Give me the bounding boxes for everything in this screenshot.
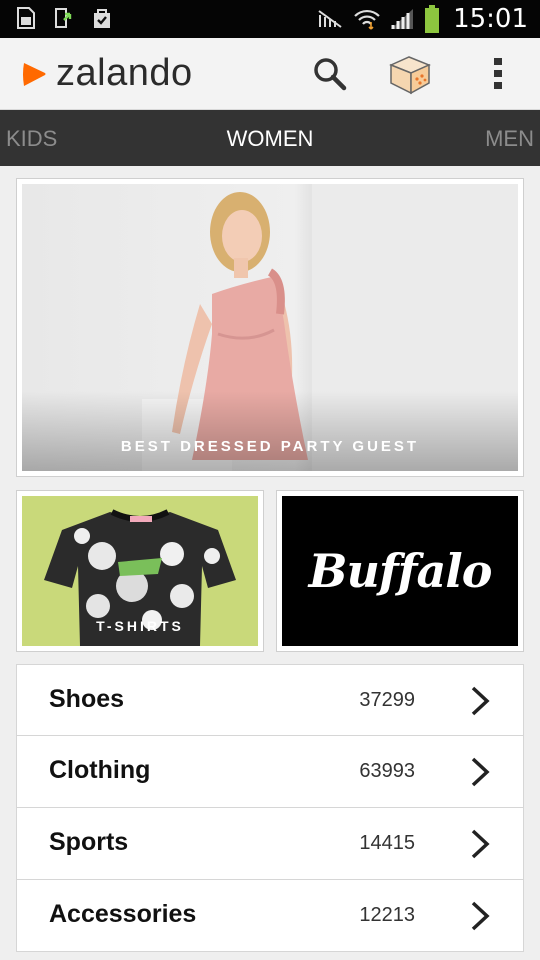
category-count: 12213 bbox=[359, 904, 415, 926]
app-bar: zalando bbox=[0, 38, 540, 110]
status-bar: 15:01 bbox=[0, 0, 540, 38]
buffalo-logo: Buffalo bbox=[282, 496, 518, 646]
chevron-right-icon bbox=[471, 829, 490, 859]
chevron-right-icon bbox=[471, 686, 490, 716]
orders-button[interactable] bbox=[386, 50, 434, 98]
chevron-right-icon bbox=[471, 901, 490, 931]
search-icon bbox=[314, 58, 347, 91]
sim-card-icon bbox=[17, 7, 35, 29]
notification-icons bbox=[14, 6, 114, 30]
search-button[interactable] bbox=[306, 50, 354, 98]
overflow-menu-button[interactable] bbox=[474, 50, 522, 98]
category-label: Shoes bbox=[49, 685, 125, 713]
category-count: 14415 bbox=[359, 832, 415, 854]
system-icons: 15:01 bbox=[317, 4, 528, 34]
category-row-sports[interactable]: Sports 14415 bbox=[16, 808, 524, 880]
chevron-right-icon bbox=[471, 757, 490, 787]
status-time: 15:01 bbox=[453, 4, 528, 34]
category-count: 37299 bbox=[359, 689, 415, 711]
tshirts-caption: T-SHIRTS bbox=[96, 618, 184, 634]
wifi-icon bbox=[354, 9, 380, 30]
overflow-menu-icon bbox=[494, 58, 502, 89]
caption-shade bbox=[22, 391, 518, 471]
tshirts-image: T-SHIRTS bbox=[22, 496, 258, 646]
hero-banner[interactable]: BEST DRESSED PARTY GUEST bbox=[16, 178, 524, 477]
category-label: Sports bbox=[49, 828, 129, 856]
tab-women[interactable]: WOMEN bbox=[0, 126, 540, 152]
category-list: Shoes 37299 Clothing 63993 Sports 14415 … bbox=[16, 664, 524, 952]
tab-kids[interactable]: KIDS bbox=[6, 126, 57, 152]
category-label: Clothing bbox=[49, 756, 151, 784]
shopping-bag-check-icon bbox=[94, 9, 110, 28]
category-count: 63993 bbox=[359, 760, 415, 782]
category-row-clothing[interactable]: Clothing 63993 bbox=[16, 736, 524, 808]
no-signal-icon bbox=[318, 10, 342, 28]
hero-image: BEST DRESSED PARTY GUEST bbox=[22, 184, 518, 471]
tab-men[interactable]: MEN bbox=[485, 126, 534, 152]
tshirts-tile[interactable]: T-SHIRTS bbox=[16, 490, 264, 652]
category-row-shoes[interactable]: Shoes 37299 bbox=[16, 664, 524, 736]
zalando-flag-icon bbox=[23, 62, 46, 86]
zalando-logo[interactable]: zalando bbox=[18, 52, 193, 95]
gender-tabs: WOMEN KIDS MEN bbox=[0, 110, 540, 166]
hero-caption: BEST DRESSED PARTY GUEST bbox=[120, 438, 420, 455]
box-icon bbox=[389, 56, 431, 95]
category-label: Accessories bbox=[49, 900, 197, 928]
category-row-accessories[interactable]: Accessories 12213 bbox=[16, 880, 524, 952]
download-icon bbox=[55, 8, 72, 28]
brand-name: zalando bbox=[56, 52, 193, 94]
buffalo-brand-text: Buffalo bbox=[308, 544, 493, 598]
battery-icon bbox=[425, 5, 440, 33]
cell-signal-icon bbox=[391, 9, 414, 29]
buffalo-tile[interactable]: Buffalo bbox=[276, 490, 524, 652]
